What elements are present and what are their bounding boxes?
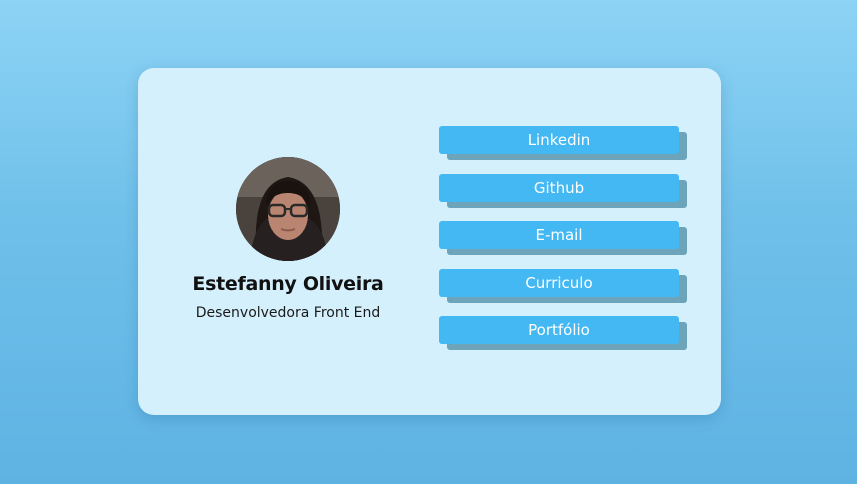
profile-photo-icon xyxy=(236,157,340,261)
links-list: Linkedin Github E-mail Curriculo Portfól… xyxy=(439,126,689,364)
profile-section: Estefanny Oliveira Desenvolvedora Front … xyxy=(138,68,438,415)
profile-role: Desenvolvedora Front End xyxy=(195,305,381,321)
avatar xyxy=(236,157,340,261)
portfolio-button[interactable]: Portfólio xyxy=(439,316,679,344)
linkedin-button[interactable]: Linkedin xyxy=(439,126,679,154)
curriculo-button[interactable]: Curriculo xyxy=(439,268,679,297)
profile-card: Estefanny Oliveira Desenvolvedora Front … xyxy=(138,68,721,415)
profile-name: Estefanny Oliveira xyxy=(192,273,384,295)
email-button[interactable]: E-mail xyxy=(439,221,679,249)
github-button[interactable]: Github xyxy=(439,173,679,202)
